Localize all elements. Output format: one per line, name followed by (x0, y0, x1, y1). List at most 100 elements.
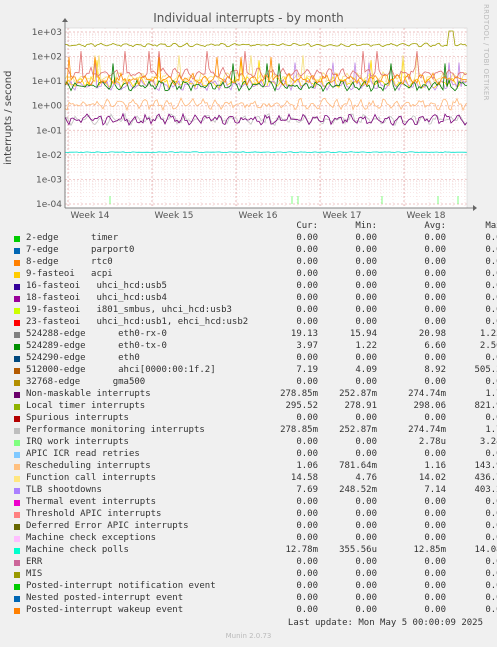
legend-row: 16-fasteoi uhci_hcd:usb50.000.000.000.00 (0, 281, 497, 293)
legend-swatch (14, 368, 20, 374)
legend-series-name: APIC ICR read retries (26, 449, 140, 459)
legend-swatch (14, 404, 20, 410)
legend-value-min: 4.09 (355, 365, 377, 375)
legend-value-min: 0.00 (355, 293, 377, 303)
y-tick-label: 1e-04 (36, 200, 62, 210)
legend-series-name: 2-edge timer (26, 233, 119, 243)
legend-swatch (14, 584, 20, 590)
legend-swatch (14, 380, 20, 386)
legend-value-min: 0.00 (355, 257, 377, 267)
legend-value-min: 0.00 (355, 413, 377, 423)
legend-swatch (14, 260, 20, 266)
legend-row: 524290-edge eth00.000.000.000.00 (0, 353, 497, 365)
legend-swatch (14, 572, 20, 578)
legend-value-max: 0.00 (485, 557, 497, 567)
legend-value-max: 2.56k (479, 341, 497, 351)
legend-value-avg: 0.00 (424, 269, 446, 279)
legend-row: 524288-edge eth0-rx-019.1315.9420.981.23… (0, 329, 497, 341)
legend-value-avg: 0.00 (424, 521, 446, 531)
legend-series-name: Non-maskable interrupts (26, 389, 151, 399)
legend-value-avg: 0.00 (424, 353, 446, 363)
legend-value-min: 1.22 (355, 341, 377, 351)
legend-swatch (14, 560, 20, 566)
legend-series-name: Thermal event interrupts (26, 497, 157, 507)
legend-value-avg: 298.06 (413, 401, 446, 411)
legend-swatch (14, 272, 20, 278)
legend-value-avg: 0.00 (424, 509, 446, 519)
legend-swatch (14, 548, 20, 554)
legend-series-name: Spurious interrupts (26, 413, 129, 423)
legend-value-avg: 0.00 (424, 413, 446, 423)
legend-value-max: 1.77 (485, 389, 497, 399)
legend-value-min: 0.00 (355, 233, 377, 243)
legend-swatch (14, 536, 20, 542)
x-tick-label: Week 16 (239, 211, 278, 220)
legend-row: 9-fasteoi acpi0.000.000.000.00 (0, 269, 497, 281)
legend-series-name: 18-fasteoi uhci_hcd:usb4 (26, 293, 167, 303)
legend-value-avg: 14.02 (418, 473, 446, 483)
legend-row: Machine check polls 12.78m 355.56u 12.85m 14… (0, 545, 497, 557)
legend-value-avg: 0.00 (424, 257, 446, 267)
legend-row: 7-edge parport00.000.000.000.00 (0, 245, 497, 257)
legend-series-name: 524289-edge eth0-tx-0 (26, 341, 167, 351)
legend-value-max: 0.00 (485, 593, 497, 603)
legend-value-avg: 0.00 (424, 317, 446, 327)
legend-value-min: 355.56u (339, 545, 377, 555)
legend-swatch (14, 464, 20, 470)
legend-value-max: 0.00 (485, 317, 497, 327)
legend-row: Machine check exceptions0.000.000.000.00 (0, 533, 497, 545)
legend-value-max: 143.92 (474, 461, 497, 471)
y-tick-label: 1e-02 (36, 151, 62, 161)
legend-value-max: 0.00 (485, 533, 497, 543)
legend-series-name: 19-fasteoi i801_smbus, uhci_hcd:usb3 (26, 305, 232, 315)
legend-value-min: 248.52m (339, 485, 377, 495)
legend-row: Deferred Error APIC interrupts 0.00 0.00 0.… (0, 521, 497, 533)
legend-series-name: 32768-edge gma500 (26, 377, 146, 387)
legend-value-max: 0.00 (485, 245, 497, 255)
legend-value-avg: 1.16 (424, 461, 446, 471)
legend-value-min: 0.00 (355, 509, 377, 519)
legend-value-max: 0.00 (485, 509, 497, 519)
legend-value-min: 0.00 (355, 449, 377, 459)
legend-value-avg: 274.74m (408, 389, 446, 399)
legend-row: Threshold APIC interrupts0.000.000.000.0… (0, 509, 497, 521)
legend-swatch (14, 488, 20, 494)
y-tick-label: 1e+01 (32, 77, 62, 87)
legend-column-header: Min: (355, 221, 377, 231)
legend-row: Rescheduling interrupts 1.06 781.64m 1.16 14… (0, 461, 497, 473)
legend-swatch (14, 428, 20, 434)
legend-row: MIS0.000.000.000.00 (0, 569, 497, 581)
legend-swatch (14, 344, 20, 350)
legend-series-name: Machine check exceptions (26, 533, 157, 543)
legend-swatch (14, 452, 20, 458)
legend-value-avg: 0.00 (424, 593, 446, 603)
legend-swatch (14, 512, 20, 518)
legend-column-header: Max: (485, 221, 497, 231)
legend-value-avg: 0.00 (424, 449, 446, 459)
legend-value-max: 0.00 (485, 569, 497, 579)
legend-value-min: 15.94 (349, 329, 377, 339)
legend-value-max: 0.00 (485, 521, 497, 531)
legend-value-avg: 12.85m (413, 545, 446, 555)
legend-value-min: 0.00 (355, 593, 377, 603)
legend-swatch (14, 524, 20, 530)
x-tick-label: Week 14 (71, 211, 110, 220)
legend-value-avg: 8.92 (424, 365, 446, 375)
legend-series-name: Posted-interrupt notification event (26, 581, 216, 591)
legend-value-max: 403.26 (474, 485, 497, 495)
chart-svg: 1e+03 1e+02 1e+01 1e+00 1e-01 1e-02 1e-03 1e-04… (32, 18, 477, 220)
legend-row: 32768-edge gma5000.000.000.000.00 (0, 377, 497, 389)
legend-row: 19-fasteoi i801_smbus, uhci_hcd:usb3 0.00… (0, 305, 497, 317)
last-update: Last update: Mon May 5 00:00:09 2025 (287, 618, 483, 628)
legend-row: Local timer interrupts 295.52 278.91 298.06… (0, 401, 497, 413)
legend-swatch (14, 332, 20, 338)
y-tick-label: 1e+03 (32, 28, 62, 38)
legend-swatch (14, 596, 20, 602)
legend-series-name: Machine check polls (26, 545, 129, 555)
legend-value-avg: 0.00 (424, 533, 446, 543)
legend-value-max: 3.24m (479, 437, 497, 447)
legend-value-max: 436.74 (474, 473, 497, 483)
legend-row: 2-edge timer0.000.000.000.00 (0, 233, 497, 245)
legend-value-max: 0.00 (485, 581, 497, 591)
legend-swatch (14, 308, 20, 314)
